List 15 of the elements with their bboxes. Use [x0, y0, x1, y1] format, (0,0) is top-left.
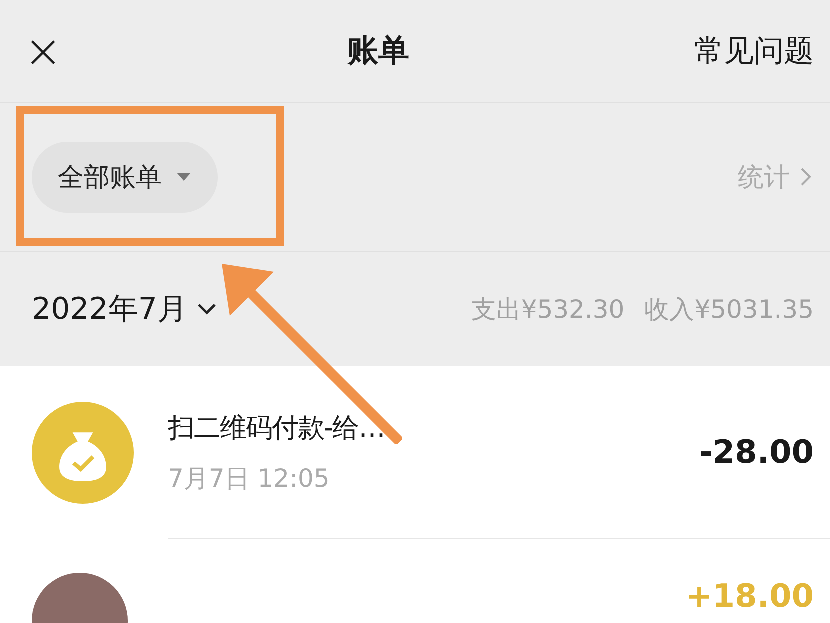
chevron-right-icon: [800, 167, 812, 187]
transaction-amount: -28.00: [700, 433, 814, 471]
month-selector[interactable]: 2022年7月: [32, 288, 218, 330]
income-total: 收入¥5031.35: [644, 294, 814, 326]
page-title: 账单: [347, 32, 410, 71]
caret-icon: [176, 172, 192, 182]
transaction-time: 7月7日 12:05: [168, 462, 331, 494]
close-button[interactable]: ×: [24, 28, 63, 74]
transaction-title: 扫二维码付款-给…: [168, 412, 385, 446]
bill-filter-dropdown[interactable]: 全部账单: [32, 142, 218, 212]
transaction-amount: +18.00: [686, 577, 814, 615]
faq-link[interactable]: 常见问题: [694, 30, 814, 72]
expense-total: 支出¥532.30: [471, 294, 625, 326]
chevron-down-icon: [197, 303, 218, 315]
money-bag-icon: [32, 402, 134, 504]
